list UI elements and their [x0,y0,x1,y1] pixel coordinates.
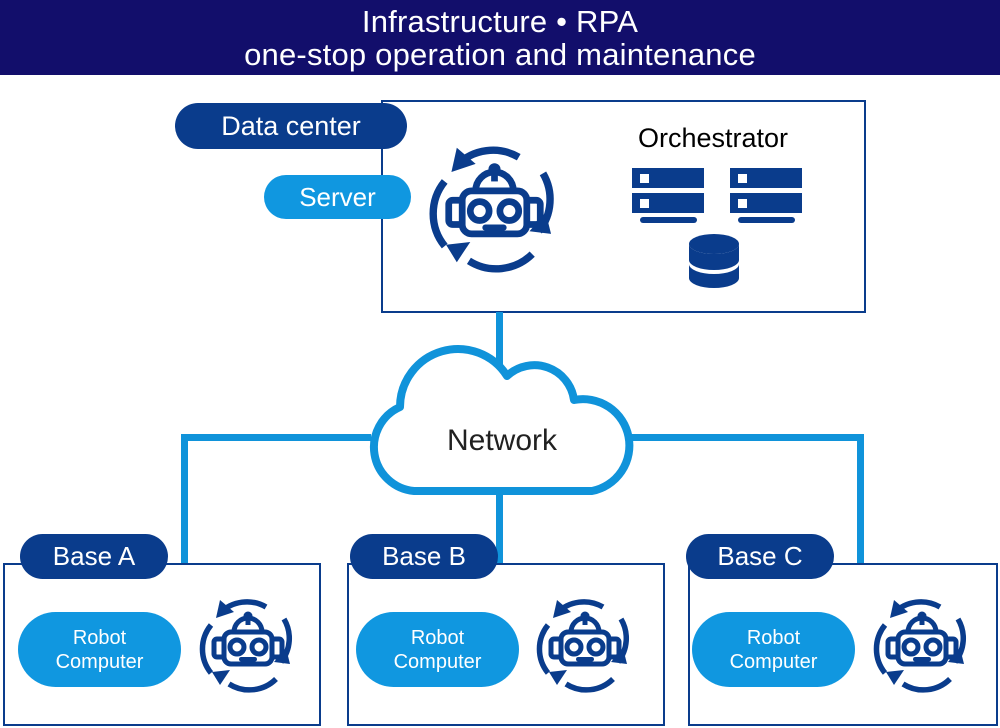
data-center-label-pill: Data center [175,103,407,149]
connector-cloud-to-base-c-horizontal [632,434,864,441]
page-title-line-1: Infrastructure • RPA [361,3,639,39]
base-c-label-text: Base C [717,541,803,571]
connector-cloud-to-base-c-vertical [857,434,864,565]
base-b-label-text: Base B [382,541,466,571]
page-title-line-2: one-stop operation and maintenance [244,36,756,72]
network-label: Network [446,424,558,457]
robot-cycle-icon [427,137,562,277]
base-a-label-text: Base A [52,541,136,571]
base-b-label-pill: Base B [350,534,498,579]
server-label-pill: Server [264,175,411,219]
base-c-label-pill: Base C [686,534,834,579]
connector-cloud-to-base-a-vertical [181,434,188,565]
base-a-robot-computer-text: Robot Computer [55,626,144,673]
robot-cycle-icon [535,592,635,696]
page-header: Infrastructure • RPA one-stop operation … [0,0,1000,75]
robot-cycle-icon [198,592,298,696]
base-c-robot-computer-text: Robot Computer [729,626,818,673]
base-a-robot-computer-pill: Robot Computer [18,612,181,687]
robot-cycle-icon [872,592,972,696]
base-b-robot-computer-pill: Robot Computer [356,612,519,687]
server-label-text: Server [299,181,376,212]
orchestrator-label: Orchestrator [637,123,789,153]
connector-cloud-to-base-a-horizontal [181,434,371,441]
base-c-robot-computer-pill: Robot Computer [692,612,855,687]
base-a-label-pill: Base A [20,534,168,579]
server-rack-icon [632,168,802,228]
data-center-label-text: Data center [221,110,361,141]
base-b-robot-computer-text: Robot Computer [393,626,482,673]
database-cylinder-icon [686,233,742,295]
